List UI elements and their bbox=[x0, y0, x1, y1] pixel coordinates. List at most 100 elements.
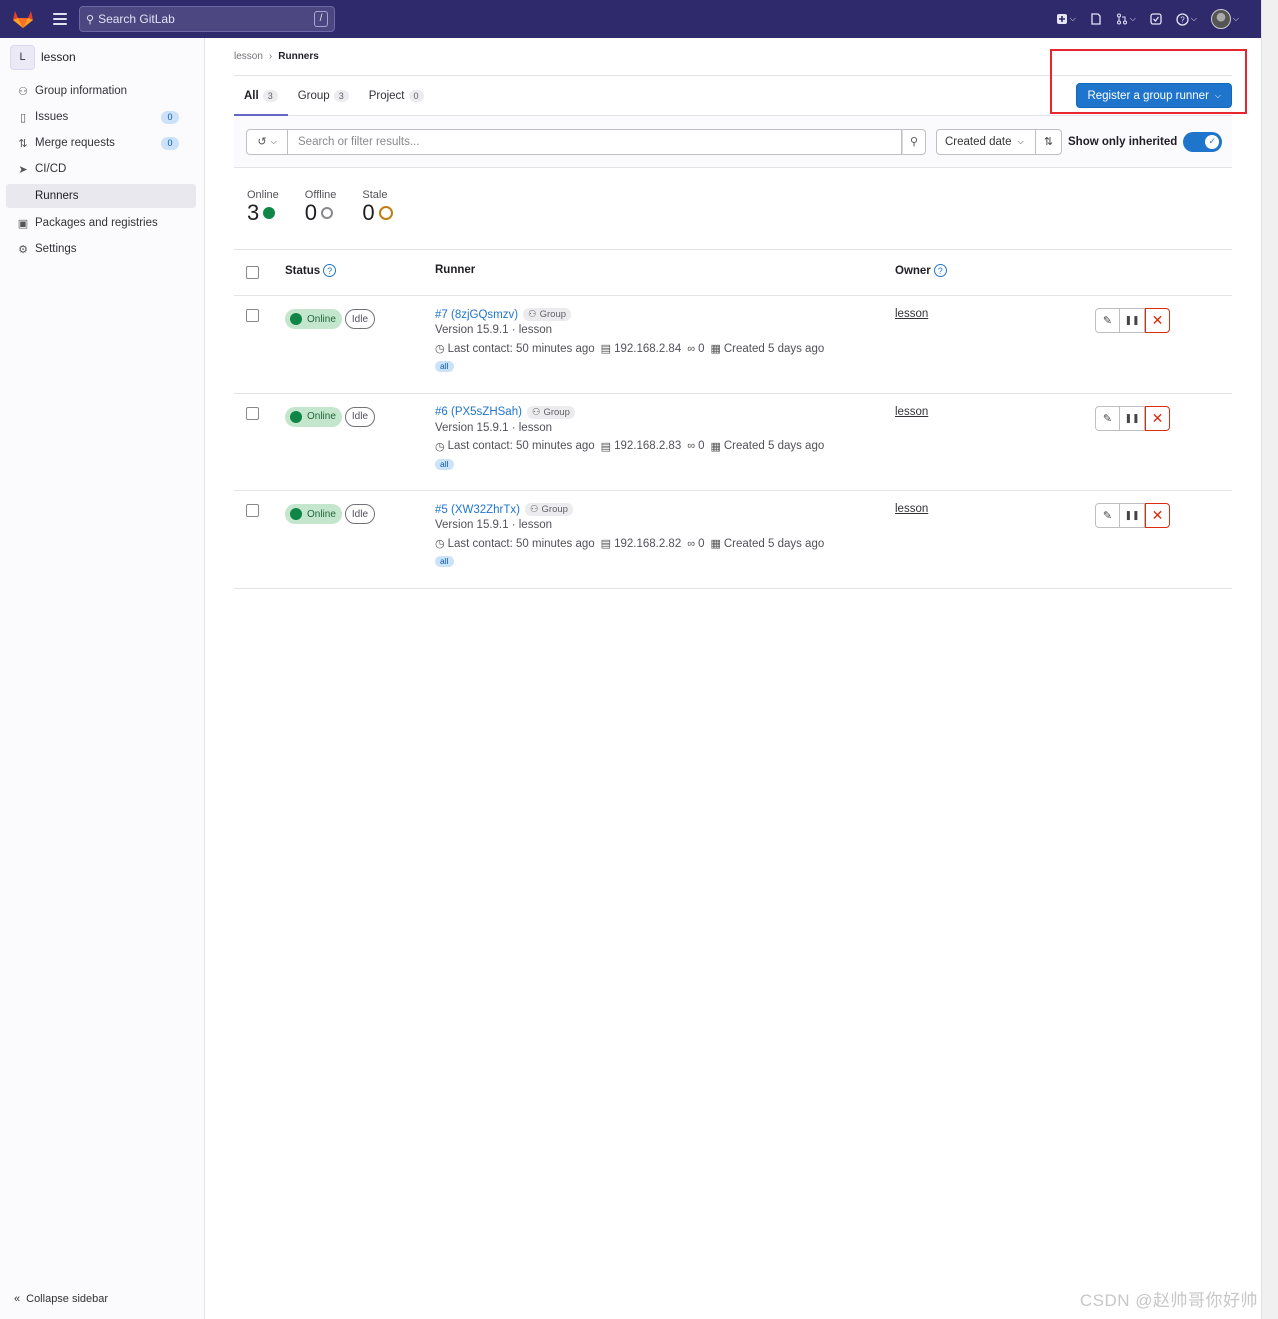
filter-search-input[interactable]: Search or filter results... bbox=[288, 128, 902, 155]
tab-project[interactable]: Project 0 bbox=[359, 76, 434, 116]
delete-runner-button[interactable]: ✕ bbox=[1145, 503, 1170, 528]
owner-column-header: Owner bbox=[895, 264, 931, 277]
delete-runner-button[interactable]: ✕ bbox=[1145, 405, 1170, 431]
online-status-badge: Online bbox=[285, 406, 342, 427]
sidebar-item-issues[interactable]: ▯ Issues 0 bbox=[0, 104, 196, 130]
runner-stats: Online 3 Offline 0 Stale 0 bbox=[234, 168, 1232, 250]
sort-by-dropdown[interactable]: Created date ⌵ bbox=[936, 128, 1036, 155]
window-scrollbar[interactable] bbox=[1261, 0, 1278, 1319]
help-icon: ? bbox=[1176, 12, 1189, 26]
collapse-sidebar-button[interactable]: « Collapse sidebar bbox=[14, 1293, 108, 1305]
row-checkbox[interactable] bbox=[246, 504, 259, 517]
pencil-icon: ✎ bbox=[1102, 510, 1113, 522]
sort-label: Created date bbox=[945, 135, 1012, 148]
merge-request-icon: ⇅ bbox=[18, 137, 28, 150]
pause-runner-button[interactable]: ❚❚ bbox=[1120, 405, 1145, 431]
ip-address-icon: ▤ bbox=[600, 343, 612, 355]
sidebar-item-group-information[interactable]: ⚇ Group information bbox=[0, 78, 196, 104]
chevron-down-icon: ⌵ bbox=[1214, 90, 1221, 100]
issues-button[interactable] bbox=[1090, 13, 1102, 25]
sidebar-context-header[interactable]: L lesson bbox=[0, 40, 204, 74]
pipeline-icon: ∞ bbox=[687, 440, 696, 452]
stat-stale: Stale 0 bbox=[362, 189, 393, 249]
help-icon[interactable]: ? bbox=[323, 264, 337, 277]
table-row: Online Idle #6 (PX5sZHSah) ⚇ Group Versi… bbox=[234, 394, 1232, 491]
sidebar-item-runners[interactable]: Runners bbox=[6, 184, 196, 208]
breadcrumb-current[interactable]: Runners bbox=[278, 51, 319, 62]
tab-all[interactable]: All 3 bbox=[234, 76, 288, 116]
search-icon: ⚲ bbox=[909, 136, 919, 148]
filter-bar: ↺ ⌵ Search or filter results... ⚲ Create… bbox=[234, 116, 1232, 168]
stat-value: 0 bbox=[304, 200, 318, 225]
runner-link[interactable]: #5 (XW32ZhrTx) bbox=[435, 504, 520, 516]
sidebar-item-ci-cd[interactable]: ➤ CI/CD bbox=[0, 156, 196, 182]
chevron-down-icon: ⌵ bbox=[1232, 14, 1239, 23]
sidebar-item-packages-and-registries[interactable]: ▣ Packages and registries bbox=[0, 210, 196, 236]
last-contact: Last contact: 50 minutes ago bbox=[447, 537, 595, 550]
ip-address: 192.168.2.82 bbox=[614, 537, 682, 550]
recent-searches-dropdown[interactable]: ↺ ⌵ bbox=[246, 128, 288, 155]
sort-lowest-icon: ⇅ bbox=[1043, 136, 1054, 148]
pause-runner-button[interactable]: ❚❚ bbox=[1120, 308, 1145, 333]
owner-link[interactable]: lesson bbox=[895, 503, 928, 515]
sidebar-item-settings[interactable]: ⚙ Settings bbox=[0, 236, 196, 262]
edit-runner-button[interactable]: ✎ bbox=[1095, 503, 1120, 528]
tab-label: All bbox=[244, 89, 259, 102]
status-cell: Online Idle bbox=[285, 406, 376, 427]
help-button[interactable]: ? ⌵ bbox=[1176, 12, 1197, 26]
owner-link[interactable]: lesson bbox=[895, 308, 928, 320]
select-all-checkbox[interactable] bbox=[246, 266, 259, 279]
owner-link[interactable]: lesson bbox=[895, 406, 928, 418]
status-cell: Online Idle bbox=[285, 309, 376, 329]
show-only-inherited-toggle[interactable]: ✓ bbox=[1183, 131, 1223, 152]
watermark: CSDN @赵帅哥你好帅 bbox=[1079, 1291, 1258, 1310]
runner-column-header: Runner bbox=[435, 264, 476, 276]
ip-address-icon: ▤ bbox=[600, 538, 612, 550]
idle-status-badge: Idle bbox=[344, 504, 376, 524]
breadcrumb: lesson › Runners bbox=[234, 38, 1232, 76]
runner-link[interactable]: #7 (8zjGQsmzv) bbox=[435, 309, 518, 321]
tab-group[interactable]: Group 3 bbox=[288, 76, 359, 116]
register-button-label: Register a group runner bbox=[1087, 89, 1209, 102]
todos-button[interactable] bbox=[1150, 13, 1162, 25]
runner-cell: #5 (XW32ZhrTx) ⚇ Group Version 15.9.1 · … bbox=[435, 503, 824, 567]
offline-status-icon bbox=[321, 207, 334, 219]
menu-icon[interactable] bbox=[48, 7, 72, 31]
sidebar-item-merge-requests[interactable]: ⇅ Merge requests 0 bbox=[0, 130, 196, 156]
pause-runner-button[interactable]: ❚❚ bbox=[1120, 503, 1145, 528]
stat-value: 3 bbox=[247, 200, 260, 225]
new-menu-button[interactable]: ⌵ bbox=[1056, 13, 1076, 25]
pipeline-icon: ∞ bbox=[687, 537, 696, 550]
delete-runner-button[interactable]: ✕ bbox=[1145, 308, 1170, 333]
sort-direction-button[interactable]: ⇅ bbox=[1036, 128, 1062, 155]
edit-runner-button[interactable]: ✎ bbox=[1095, 308, 1120, 333]
edit-runner-button[interactable]: ✎ bbox=[1095, 405, 1120, 431]
runner-link[interactable]: #6 (PX5sZHSah) bbox=[435, 406, 522, 418]
group-type-label: Group bbox=[541, 504, 568, 515]
created-at: Created 5 days ago bbox=[723, 342, 825, 355]
register-group-runner-button[interactable]: Register a group runner ⌵ bbox=[1076, 83, 1232, 108]
help-icon[interactable]: ? bbox=[933, 264, 947, 277]
ip-address: 192.168.2.84 bbox=[614, 342, 682, 355]
row-checkbox[interactable] bbox=[246, 406, 259, 420]
pause-icon: ❚❚ bbox=[1124, 315, 1140, 325]
sidebar-item-label: Packages and registries bbox=[35, 217, 158, 229]
ip-address: 192.168.2.83 bbox=[614, 440, 682, 452]
runner-tabs: All 3 Group 3 Project 0 Register a group… bbox=[234, 76, 1232, 116]
check-icon: ✓ bbox=[1205, 134, 1220, 149]
runner-tag[interactable]: all bbox=[435, 361, 454, 372]
row-checkbox[interactable] bbox=[246, 309, 259, 322]
runner-cell: #7 (8zjGQsmzv) ⚇ Group Version 15.9.1 · … bbox=[435, 308, 824, 372]
chevron-down-icon: ⌵ bbox=[1017, 136, 1024, 146]
package-icon: ▣ bbox=[17, 217, 29, 230]
runner-tag[interactable]: all bbox=[435, 556, 454, 567]
gitlab-logo-icon[interactable] bbox=[0, 0, 46, 38]
runner-version: Version 15.9.1 · lesson bbox=[435, 519, 552, 531]
runner-tag[interactable]: all bbox=[435, 458, 454, 470]
chevron-down-icon: ⌵ bbox=[270, 136, 277, 146]
filter-search-button[interactable]: ⚲ bbox=[902, 128, 926, 155]
breadcrumb-parent[interactable]: lesson bbox=[234, 51, 263, 62]
user-menu-button[interactable]: ⌵ bbox=[1210, 9, 1239, 29]
merge-requests-button[interactable]: ⌵ bbox=[1116, 13, 1136, 25]
search-input[interactable]: ⚲ Search GitLab / bbox=[79, 6, 335, 32]
